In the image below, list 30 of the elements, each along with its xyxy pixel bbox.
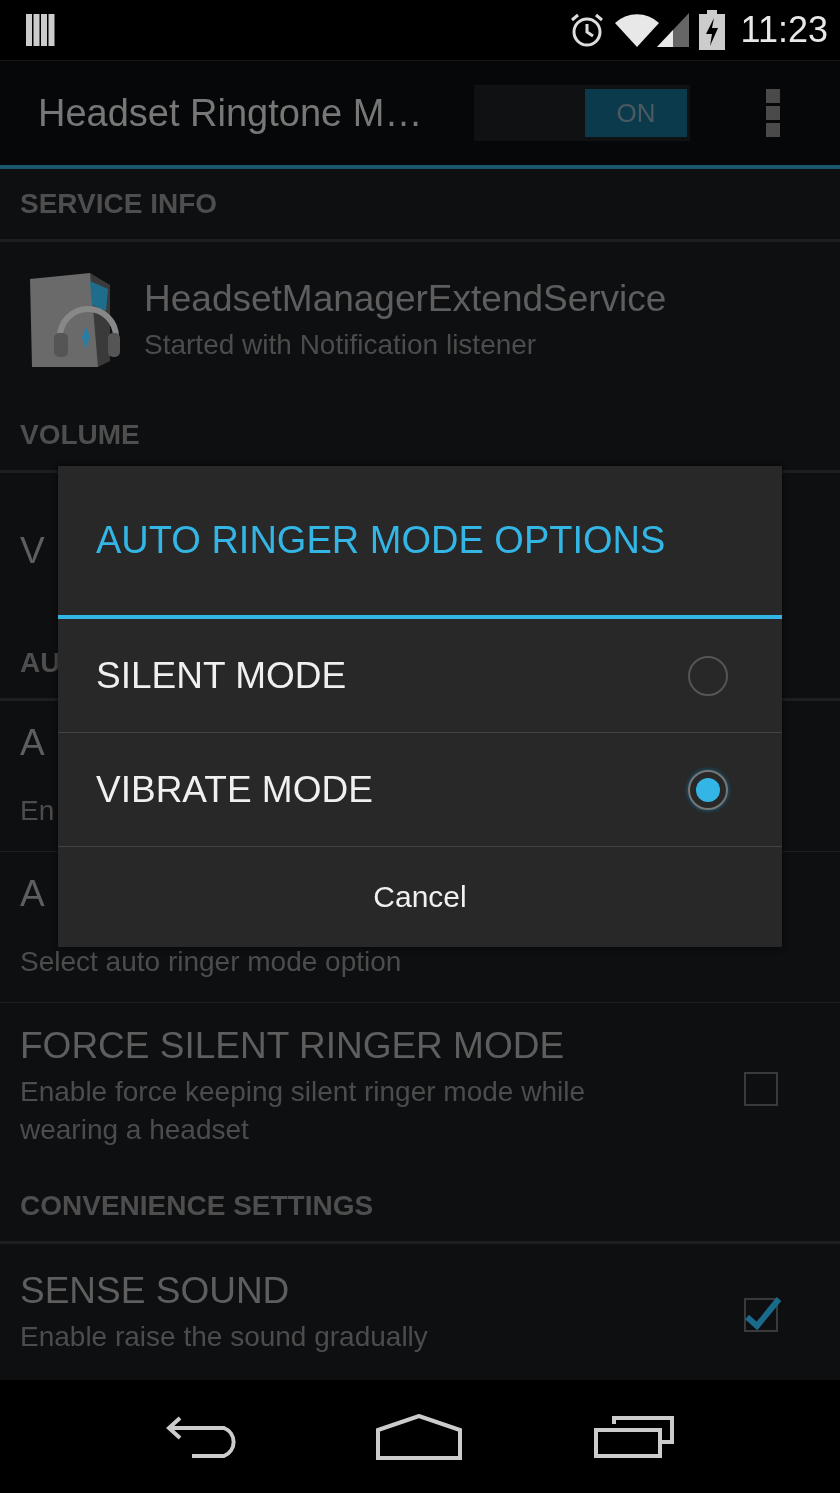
home-icon[interactable] [376,1413,462,1460]
setting-title: A [20,873,45,915]
setting-title: FORCE SILENT RINGER MODE [20,1025,565,1067]
setting-title: SENSE SOUND [20,1270,290,1312]
setting-title: V [20,529,45,572]
setting-summary: Started with Notification listener [144,328,537,362]
setting-summary: Select auto ringer mode option [20,945,402,979]
setting-summary: En [20,794,55,828]
mode-option[interactable]: SILENT MODE [58,619,782,733]
option-label: VIBRATE MODE [96,768,373,811]
notification-icon [26,14,56,46]
setting-title: A [20,722,45,764]
recent-apps-icon[interactable] [594,1415,674,1458]
section-header: AU [20,647,61,679]
app-title: Headset Ringtone M… [38,91,424,135]
clock-time: 11:23 [740,9,828,51]
cancel-button[interactable]: Cancel [58,847,782,947]
section-header: SERVICE INFO [20,188,218,220]
radio-button[interactable] [688,655,728,696]
alarm-clock-icon [568,12,605,48]
setting-summary: Enable raise the sound gradually [20,1320,428,1354]
option-label: SILENT MODE [96,654,347,697]
dialog-title: AUTO RINGER MODE OPTIONS [96,519,666,562]
signal-icon [656,13,689,47]
setting-summary: Enable force keeping silent ringer mode while wearing a headset [20,1075,586,1147]
section-header: VOLUME [20,419,140,451]
setting-title: HeadsetManagerExtendService [144,278,667,320]
radio-button[interactable] [688,769,728,810]
section-header: CONVENIENCE SETTINGS [20,1190,374,1222]
battery-charging-icon [698,10,725,50]
